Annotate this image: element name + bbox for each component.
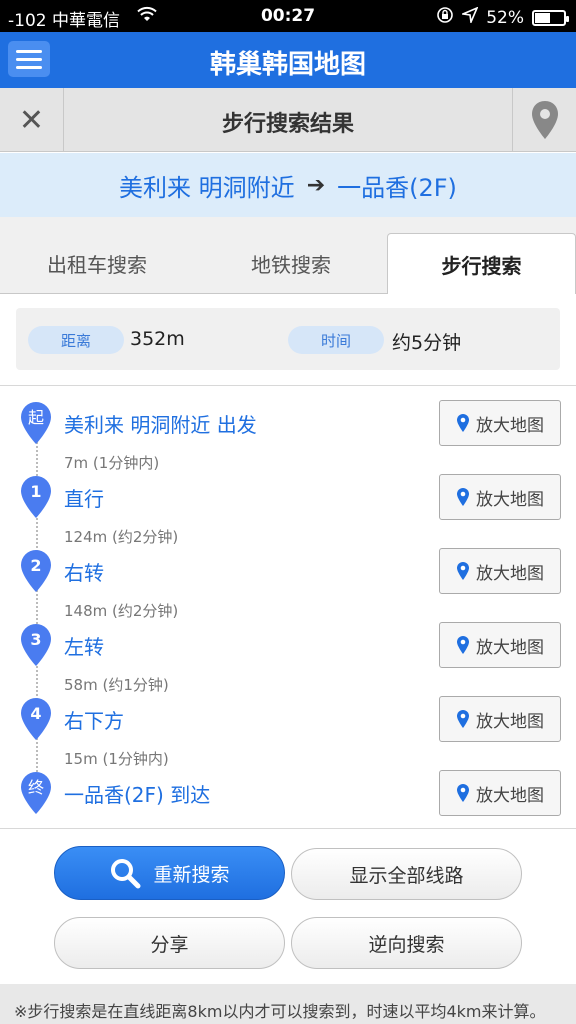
show-all-routes-button[interactable]: 显示全部线路 xyxy=(291,848,522,900)
tab-taxi-search[interactable]: 出租车搜索 xyxy=(0,233,194,294)
summary-box: 距离 352m 时间 约5分钟 xyxy=(16,308,560,370)
step-distance: 15m (1分钟内) xyxy=(64,750,169,768)
zoom-map-button[interactable]: 放大地图 xyxy=(439,474,561,520)
map-pin-icon xyxy=(457,710,469,728)
zoom-map-label: 放大地图 xyxy=(476,563,544,584)
route-destination: 一品香(2F) xyxy=(337,173,457,202)
arrow-right-icon: ➔ xyxy=(306,172,326,198)
result-header: ✕ 步行搜索结果 xyxy=(0,88,576,152)
step-distance: 58m (约1分钟) xyxy=(64,676,169,694)
reverse-search-button[interactable]: 逆向搜索 xyxy=(291,917,522,969)
step-label: 直行 xyxy=(64,487,104,511)
zoom-map-label: 放大地图 xyxy=(476,415,544,436)
svg-text:起: 起 xyxy=(28,408,44,427)
step-label: 一品香(2F) 到达 xyxy=(64,783,211,807)
zoom-map-label: 放大地图 xyxy=(476,489,544,510)
svg-text:4: 4 xyxy=(30,704,41,723)
tab-walk-search[interactable]: 步行搜索 xyxy=(387,233,576,295)
zoom-map-button[interactable]: 放大地图 xyxy=(439,770,561,816)
battery-icon xyxy=(532,9,569,26)
share-label: 分享 xyxy=(150,933,189,956)
map-pin-icon xyxy=(457,784,469,802)
battery-fill xyxy=(535,12,550,23)
map-pin-icon xyxy=(457,414,469,432)
zoom-map-button[interactable]: 放大地图 xyxy=(439,548,561,594)
search-icon xyxy=(111,859,141,889)
time-label: 时间 xyxy=(288,326,384,354)
zoom-map-label: 放大地图 xyxy=(476,711,544,732)
research-label: 重新搜索 xyxy=(153,863,230,886)
app-header: 韩巢韩国地图 xyxy=(0,32,576,88)
status-right: 52% xyxy=(436,6,569,29)
step-2-marker-icon: 2 xyxy=(21,550,51,592)
end-marker-icon: 终 xyxy=(21,772,51,814)
step-3-marker-icon: 3 xyxy=(21,624,51,666)
distance-value: 352m xyxy=(130,328,185,350)
step-distance: 7m (1分钟内) xyxy=(64,454,160,472)
route-steps: 起 美利来 明洞附近 出发 7m (1分钟内) 放大地图 1 直行 124m (… xyxy=(0,387,576,829)
step-label: 美利来 明洞附近 出发 xyxy=(64,413,257,437)
search-tabs: 出租车搜索 地铁搜索 步行搜索 xyxy=(0,217,576,295)
status-bar: -102 中華電信 00:27 52% xyxy=(0,0,576,32)
zoom-map-button[interactable]: 放大地图 xyxy=(439,622,561,668)
route-summary: 距离 352m 时间 约5分钟 xyxy=(0,294,576,386)
zoom-map-button[interactable]: 放大地图 xyxy=(439,696,561,742)
close-button[interactable]: ✕ xyxy=(0,88,64,152)
map-pin-icon xyxy=(457,636,469,654)
map-pin-icon xyxy=(457,562,469,580)
research-button[interactable]: 重新搜索 xyxy=(54,846,285,900)
close-icon: ✕ xyxy=(18,102,45,138)
step-label: 右下方 xyxy=(64,709,124,733)
map-pin-icon xyxy=(531,101,558,139)
map-pin-button[interactable] xyxy=(512,88,576,152)
step-distance: 124m (约2分钟) xyxy=(64,528,179,546)
share-button[interactable]: 分享 xyxy=(54,917,285,969)
show-all-routes-label: 显示全部线路 xyxy=(349,864,464,887)
tab-subway-search[interactable]: 地铁搜索 xyxy=(194,233,388,294)
zoom-map-button[interactable]: 放大地图 xyxy=(439,400,561,446)
rotation-lock-icon xyxy=(436,6,454,29)
zoom-map-label: 放大地图 xyxy=(476,637,544,658)
time-value: 约5分钟 xyxy=(392,332,462,354)
step-label: 左转 xyxy=(64,635,104,659)
route-origin: 美利来 明洞附近 xyxy=(119,173,295,202)
svg-text:终: 终 xyxy=(28,778,44,797)
distance-label: 距离 xyxy=(28,326,124,354)
map-pin-icon xyxy=(457,488,469,506)
step-4-marker-icon: 4 xyxy=(21,698,51,740)
svg-text:3: 3 xyxy=(30,630,41,649)
svg-text:2: 2 xyxy=(30,556,41,575)
svg-text:1: 1 xyxy=(30,482,41,501)
step-label: 右转 xyxy=(64,561,104,585)
step-distance: 148m (约2分钟) xyxy=(64,602,179,620)
route-banner: 美利来 明洞附近 ➔ 一品香(2F) xyxy=(0,153,576,217)
battery-percent: 52% xyxy=(486,7,524,28)
zoom-map-label: 放大地图 xyxy=(476,785,544,806)
app-title: 韩巢韩国地图 xyxy=(209,50,366,80)
location-arrow-icon xyxy=(460,6,479,28)
start-marker-icon: 起 xyxy=(21,402,51,444)
page-title: 步行搜索结果 xyxy=(221,112,354,137)
reverse-search-label: 逆向搜索 xyxy=(368,933,445,956)
step-1-marker-icon: 1 xyxy=(21,476,51,518)
walk-search-note: ※步行搜索是在直线距离8km以内才可以搜索到，时速以平均4km来计算。 xyxy=(0,984,576,1024)
